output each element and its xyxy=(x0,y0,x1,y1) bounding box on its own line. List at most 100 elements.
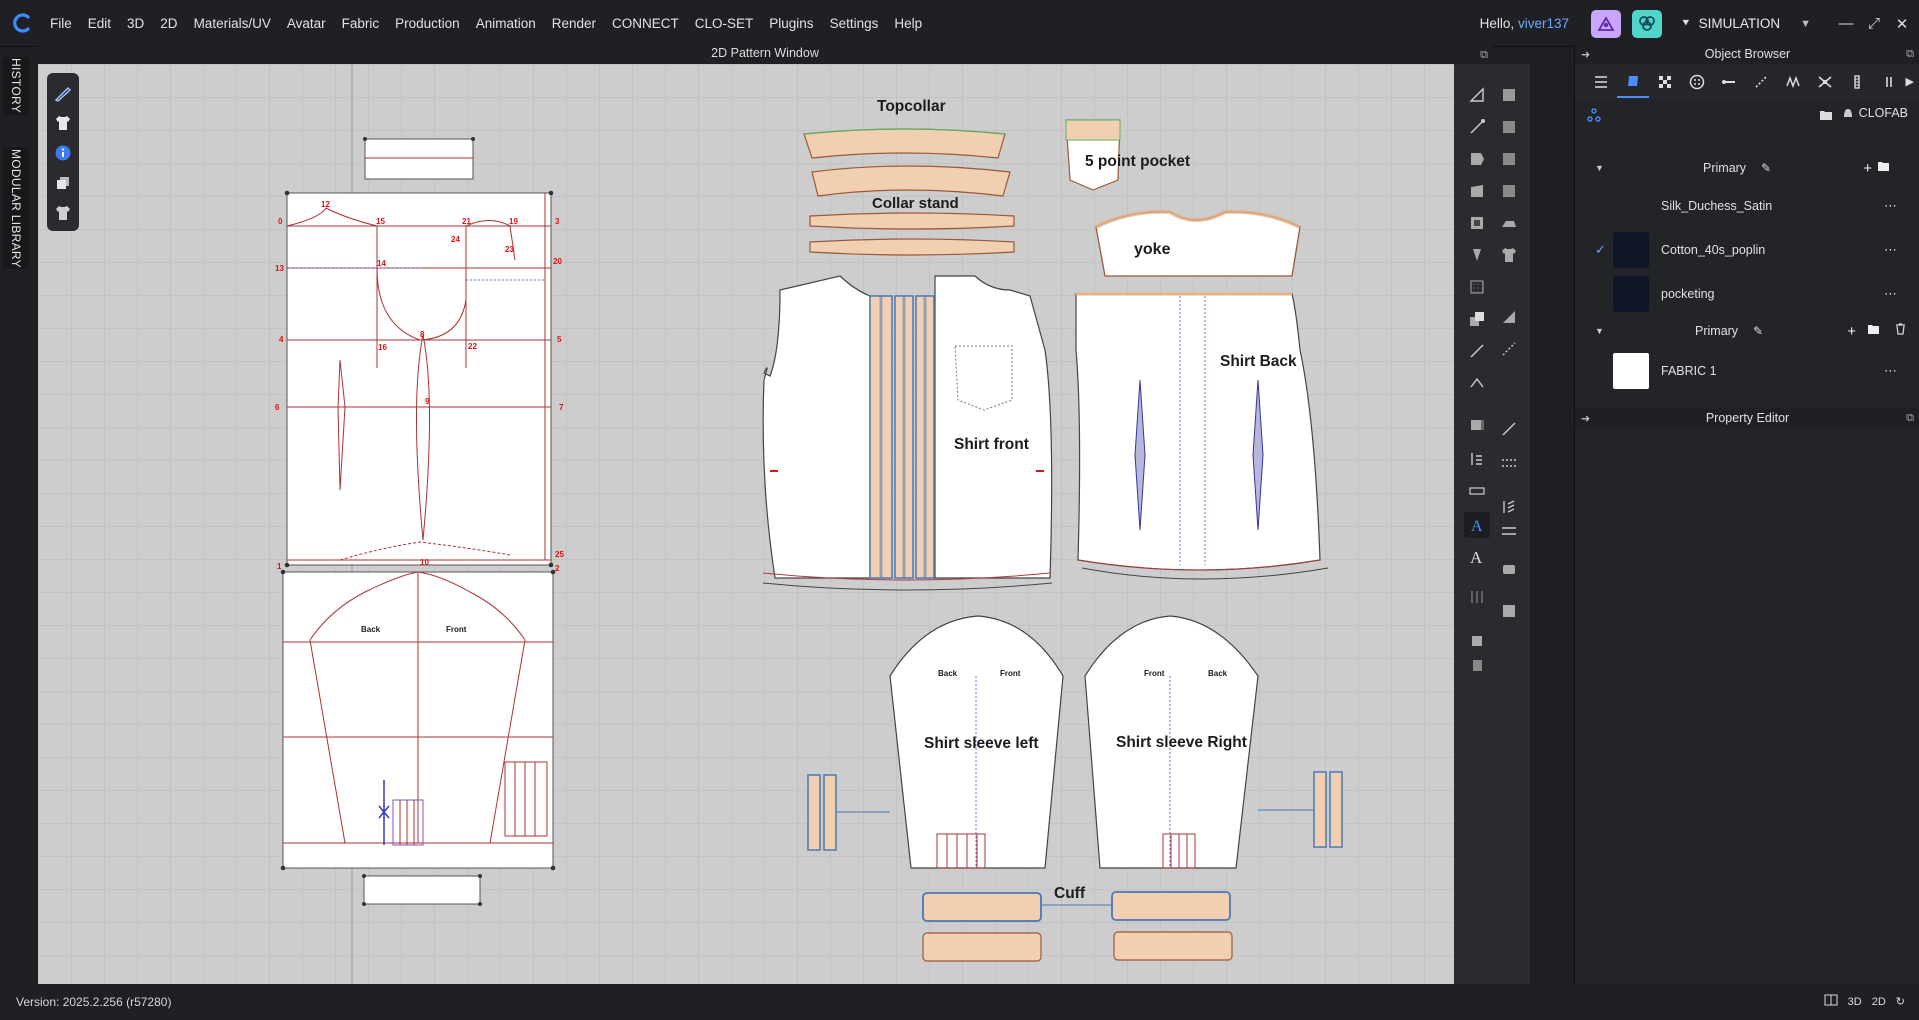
restore-icon[interactable]: ⤢ xyxy=(1863,13,1885,35)
cuff-pieces[interactable]: Cuff xyxy=(922,885,1233,962)
fabric-list-item[interactable]: pocketing ⋯ xyxy=(1575,273,1919,315)
graphic-icon[interactable] xyxy=(1496,556,1522,582)
fabric-list-item[interactable]: FABRIC 1 ⋯ xyxy=(1575,350,1919,392)
pencil-icon[interactable]: ✎ xyxy=(1753,324,1763,338)
sleeve-placket-right[interactable] xyxy=(1258,771,1343,848)
edit-curvature-icon[interactable] xyxy=(1496,114,1522,140)
link-icon[interactable] xyxy=(1587,108,1601,127)
pin-icon[interactable]: ➜ xyxy=(1581,412,1590,425)
stitch-pattern-icon[interactable] xyxy=(1496,518,1522,544)
pattern-copy-icon[interactable] xyxy=(1464,306,1490,332)
mode-dropdown-icon[interactable]: ▼ xyxy=(1800,18,1811,30)
menu-clo-set[interactable]: CLO-SET xyxy=(687,0,762,47)
more-options-icon[interactable]: ⋯ xyxy=(1884,242,1898,258)
menu-edit[interactable]: Edit xyxy=(80,0,119,47)
seam-allowance-icon[interactable] xyxy=(1464,412,1490,438)
add-fabric-icon[interactable]: + xyxy=(1863,160,1872,177)
texture-pattern-icon[interactable] xyxy=(1464,274,1490,300)
menu-render[interactable]: Render xyxy=(544,0,604,47)
simulation-mode-button[interactable]: ⯆ SIMULATION xyxy=(1681,16,1780,31)
select-button-icon[interactable] xyxy=(1464,626,1490,652)
zipper-tab-icon[interactable] xyxy=(1841,66,1873,98)
free-sewing-icon[interactable] xyxy=(1496,416,1522,442)
fold-pattern-icon[interactable] xyxy=(1496,304,1522,330)
menu-help[interactable]: Help xyxy=(886,0,930,47)
button-tool-icon[interactable] xyxy=(1496,598,1522,624)
yoke-piece[interactable]: yoke xyxy=(1095,209,1301,277)
split-view-icon[interactable] xyxy=(1824,994,1838,1009)
tab-modular-library[interactable]: MODULAR LIBRARY xyxy=(3,147,29,269)
fabric-list-item[interactable]: Silk_Duchess_Satin ⋯ xyxy=(1575,185,1919,227)
circle-tool-icon[interactable] xyxy=(1496,178,1522,204)
menu-2d[interactable]: 2D xyxy=(152,0,185,47)
sewing-line-icon[interactable] xyxy=(1464,338,1490,364)
measure-icon[interactable] xyxy=(1464,478,1490,504)
segment-sewing-icon[interactable] xyxy=(1496,336,1522,362)
menu-animation[interactable]: Animation xyxy=(468,0,544,47)
2d-view-icon[interactable]: 2D xyxy=(1872,996,1886,1008)
menu-file[interactable]: File xyxy=(44,0,80,47)
transform-pattern-icon[interactable] xyxy=(1464,82,1490,108)
trash-icon[interactable] xyxy=(1895,322,1906,340)
collapse-triangle-icon[interactable]: ▼ xyxy=(1595,326,1604,336)
edit-point-icon[interactable] xyxy=(1464,114,1490,140)
refresh-icon[interactable]: ↻ xyxy=(1896,995,1905,1008)
pencil-icon[interactable]: ✎ xyxy=(1761,161,1771,175)
collar-stand-piece[interactable]: Collar stand xyxy=(809,195,1015,256)
pattern-canvas[interactable]: 12 15 21 19 0 3 13 14 24 23 20 4 8 5 16 … xyxy=(38,64,1492,984)
scroll-right-icon[interactable]: ▶ xyxy=(1906,75,1914,88)
3d-view-icon[interactable]: 3D xyxy=(1848,996,1862,1008)
internal-rectangle-icon[interactable] xyxy=(1464,210,1490,236)
zipper-icon[interactable] xyxy=(1464,652,1490,678)
sleeve-left-piece[interactable]: Back Front Shirt sleeve left xyxy=(889,615,1064,869)
puckering-tab-icon[interactable] xyxy=(1777,66,1809,98)
fabric-group[interactable]: ▼ Primary ✎ + xyxy=(1575,155,1919,181)
menu-production[interactable]: Production xyxy=(387,0,468,47)
clo-logo-icon[interactable] xyxy=(0,0,44,47)
add-fabric-icon[interactable]: + xyxy=(1847,323,1856,340)
menu-materials-uv[interactable]: Materials/UV xyxy=(186,0,279,47)
folder-icon[interactable] xyxy=(1819,108,1833,126)
topstitch-tab-icon[interactable] xyxy=(1745,66,1777,98)
menu-connect[interactable]: CONNECT xyxy=(604,0,687,47)
more-tabs-icon[interactable] xyxy=(1873,66,1905,98)
fabric-tab-icon[interactable] xyxy=(1617,66,1649,98)
pocket-piece[interactable]: 5 point pocket xyxy=(1065,119,1190,191)
edit-pattern-icon[interactable] xyxy=(1496,82,1522,108)
m-n-sewing-icon[interactable] xyxy=(1496,450,1522,476)
folder-icon[interactable] xyxy=(1877,159,1890,177)
buttonhole-tab-icon[interactable] xyxy=(1713,66,1745,98)
username-link[interactable]: viver137 xyxy=(1518,16,1569,31)
shirt-back-piece[interactable]: Shirt Back xyxy=(1075,292,1329,580)
button-tab-icon[interactable] xyxy=(1681,66,1713,98)
undock-icon[interactable]: ⧉ xyxy=(1906,48,1914,61)
menu-fabric[interactable]: Fabric xyxy=(334,0,388,47)
clofab-button[interactable]: CLOFAB xyxy=(1842,106,1908,120)
menu-settings[interactable]: Settings xyxy=(822,0,887,47)
clo-set-connect-icon[interactable] xyxy=(1631,9,1662,38)
sleeve-placket-left[interactable] xyxy=(807,774,890,851)
garment-tool-icon[interactable] xyxy=(1496,242,1522,268)
internal-polygon-icon[interactable] xyxy=(1464,178,1490,204)
iron-tool-icon[interactable] xyxy=(1496,210,1522,236)
shirt-front-piece[interactable]: Shirt front xyxy=(762,275,1053,591)
menu-3d[interactable]: 3D xyxy=(119,0,152,47)
more-options-icon[interactable]: ⋯ xyxy=(1884,363,1898,379)
pin-icon[interactable]: ➜ xyxy=(1581,48,1590,61)
trim-tab-icon[interactable] xyxy=(1809,66,1841,98)
texture-tab-icon[interactable] xyxy=(1649,66,1681,98)
topstitch-icon[interactable] xyxy=(1496,494,1522,520)
fabric-group[interactable]: ▼ Primary ✎ + xyxy=(1575,318,1919,344)
more-options-icon[interactable]: ⋯ xyxy=(1884,198,1898,214)
polygon-icon[interactable] xyxy=(1464,146,1490,172)
undock-icon[interactable]: ⧉ xyxy=(1906,412,1914,425)
undock-icon[interactable]: ⧉ xyxy=(1480,46,1488,64)
minimize-icon[interactable]: — xyxy=(1835,13,1857,35)
trace-icon[interactable] xyxy=(1464,370,1490,396)
list-view-icon[interactable] xyxy=(1585,66,1617,98)
dart-tool-icon[interactable] xyxy=(1464,242,1490,268)
sleeve-right-piece[interactable]: Front Back Shirt sleeve Right xyxy=(1084,615,1259,869)
more-options-icon[interactable]: ⋯ xyxy=(1884,286,1898,302)
rectangle-tool-icon[interactable] xyxy=(1496,146,1522,172)
grain-line-icon[interactable] xyxy=(1464,584,1490,610)
